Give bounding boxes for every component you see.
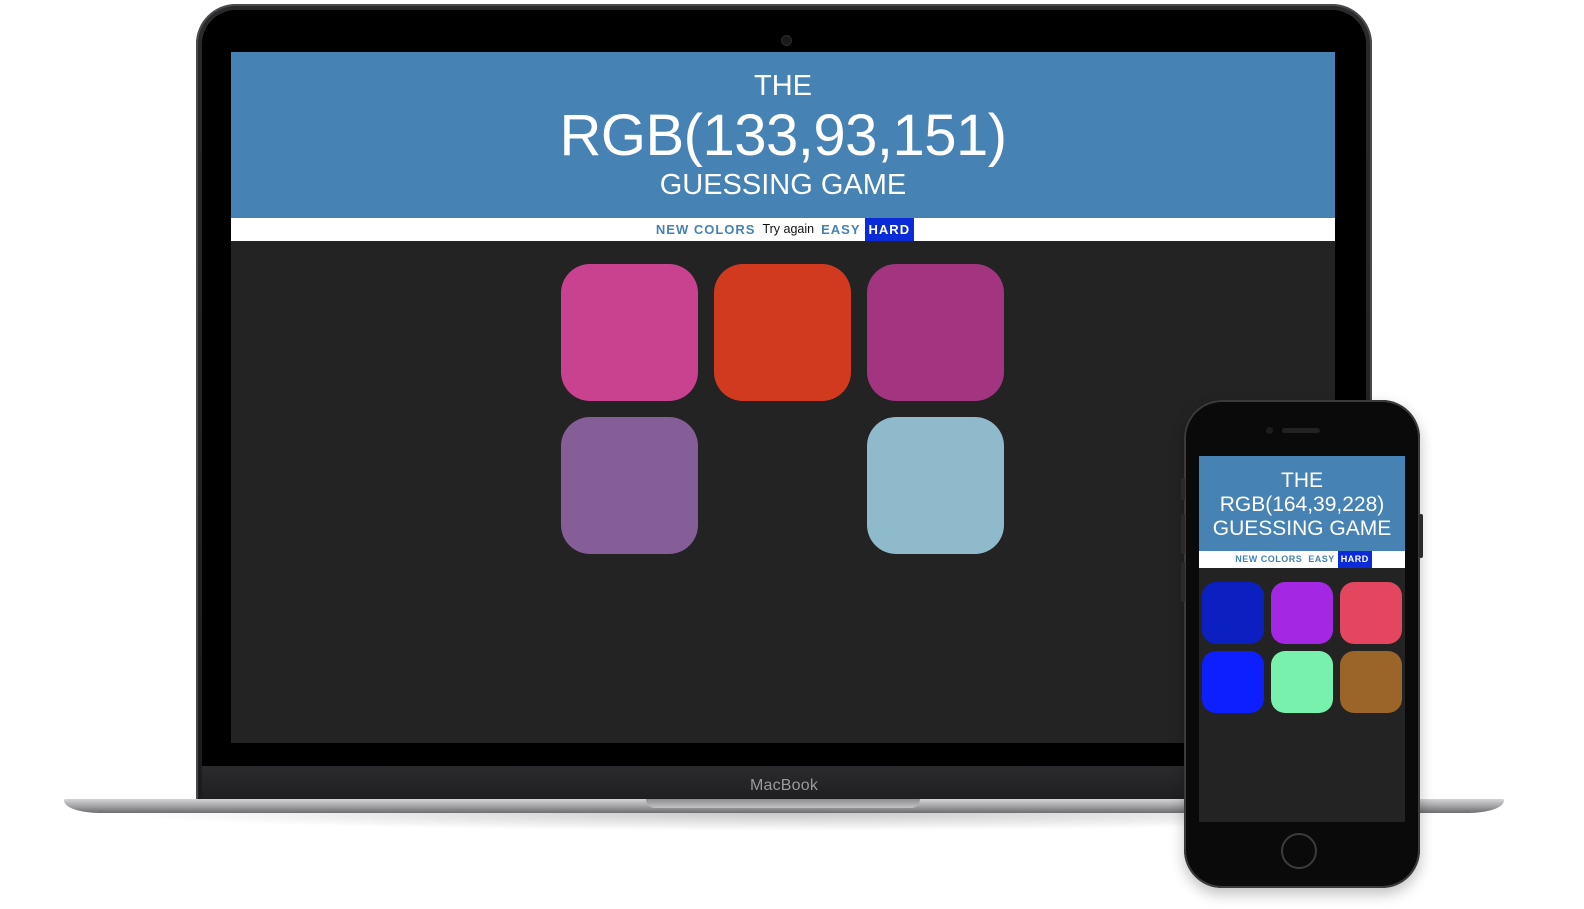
camera-icon: [782, 36, 791, 45]
laptop-color-square-3[interactable]: [867, 264, 1004, 401]
laptop-hinge-notch: [646, 799, 920, 808]
phone-header-title-line: THE: [1281, 469, 1323, 492]
phone-easy-mode-button[interactable]: EASY: [1305, 551, 1338, 568]
phone-header-subtitle-line: GUESSING GAME: [1212, 517, 1392, 540]
front-camera-icon: [1266, 427, 1273, 434]
laptop-color-square-1[interactable]: [561, 264, 698, 401]
easy-mode-button[interactable]: EASY: [817, 218, 865, 241]
home-button[interactable]: [1281, 833, 1317, 869]
controls-stripe: NEW COLORS Try again EASY HARD: [231, 218, 1335, 241]
laptop-screen: THE RGB(133,93,151) GUESSING GAME NEW CO…: [231, 52, 1335, 743]
rgb-display: RGB(133,93,151): [559, 103, 1007, 168]
phone-color-square-4[interactable]: [1202, 651, 1264, 713]
phone-color-square-1[interactable]: [1202, 582, 1264, 644]
phone-color-square-3[interactable]: [1340, 582, 1402, 644]
phone-frame: THE RGB(164,39,228) GUESSING GAME NEW CO…: [1181, 400, 1423, 888]
phone-speaker: [1282, 428, 1320, 433]
phone-volume-up: [1181, 514, 1185, 554]
phone-game-header: THE RGB(164,39,228) GUESSING GAME: [1199, 456, 1405, 551]
phone-color-squares-grid: [1202, 582, 1402, 713]
laptop-color-square-4[interactable]: [561, 417, 698, 554]
phone-new-colors-button[interactable]: NEW COLORS: [1232, 551, 1306, 568]
new-colors-button[interactable]: NEW COLORS: [651, 218, 760, 241]
phone-color-square-5[interactable]: [1271, 651, 1333, 713]
hard-mode-button[interactable]: HARD: [864, 218, 915, 241]
header-subtitle-line: GUESSING GAME: [659, 169, 907, 201]
phone-screen: THE RGB(164,39,228) GUESSING GAME NEW CO…: [1199, 456, 1405, 822]
laptop-color-square-2[interactable]: [714, 264, 851, 401]
phone-mute-switch: [1181, 478, 1185, 500]
phone-power-button: [1419, 514, 1423, 558]
message-text: Try again: [762, 222, 815, 236]
phone-color-square-6[interactable]: [1340, 651, 1402, 713]
laptop-color-square-5: [714, 417, 851, 554]
game-header: THE RGB(133,93,151) GUESSING GAME: [231, 52, 1335, 218]
phone-controls-stripe: NEW COLORS EASY HARD: [1199, 551, 1405, 568]
phone-hard-mode-button[interactable]: HARD: [1337, 551, 1372, 568]
color-squares-grid: [561, 264, 1005, 554]
phone-rgb-display: RGB(164,39,228): [1219, 493, 1385, 516]
phone-color-square-2[interactable]: [1271, 582, 1333, 644]
laptop-color-square-6[interactable]: [867, 417, 1004, 554]
header-title-line: THE: [754, 70, 812, 102]
phone-volume-down: [1181, 562, 1185, 602]
